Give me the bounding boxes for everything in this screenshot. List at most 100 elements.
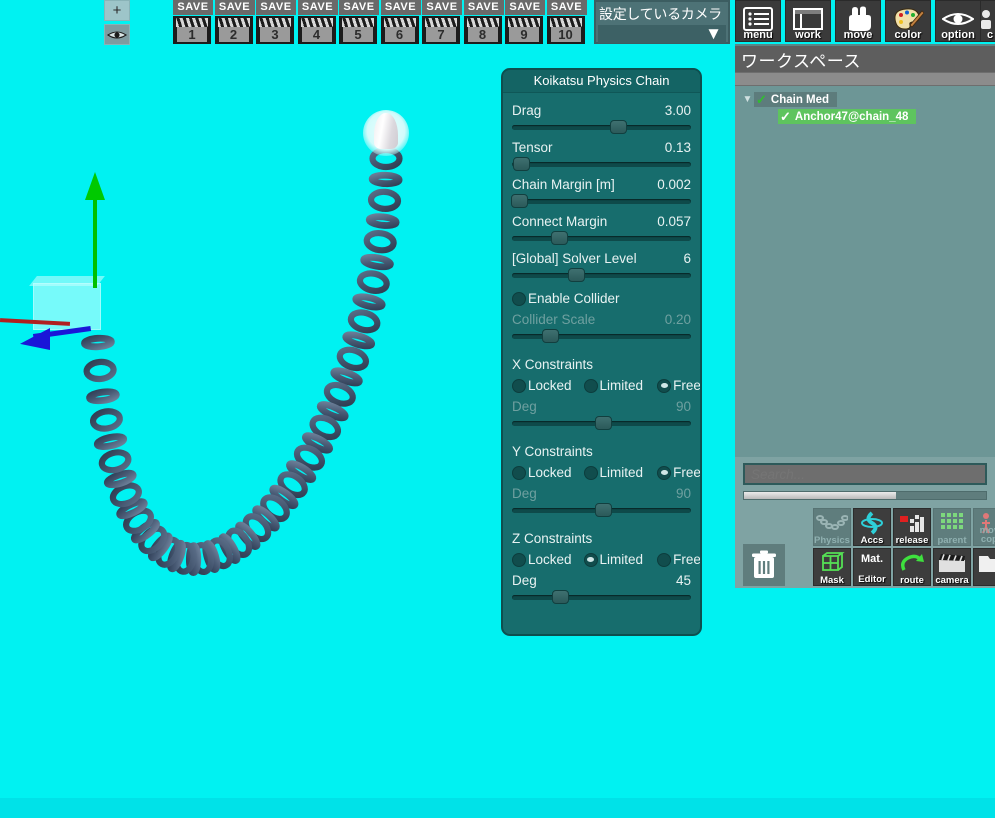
radio-indicator[interactable]: [583, 378, 598, 393]
radio-indicator[interactable]: [512, 465, 526, 480]
deg-label: Deg: [512, 486, 537, 501]
radio-x-limited[interactable]: Limited: [583, 378, 643, 393]
tool-button-release[interactable]: release: [893, 508, 931, 546]
radio-indicator[interactable]: [512, 378, 526, 393]
slider-knob[interactable]: [541, 329, 559, 343]
tool-button-mask[interactable]: Mask: [813, 548, 851, 586]
tool-button-physics[interactable]: Physics: [813, 508, 851, 546]
chain-link: [363, 229, 397, 254]
toolbar-button-color[interactable]: color: [885, 0, 931, 42]
save-slot-button[interactable]: SAVE 2: [214, 0, 255, 44]
radio-indicator[interactable]: [657, 552, 672, 567]
gizmo-y-axis-head[interactable]: [85, 172, 105, 200]
camera-clap-icon: [934, 550, 970, 576]
toolbar-button-menu[interactable]: menu: [735, 0, 781, 42]
enable-collider-row[interactable]: Enable Collider: [512, 291, 691, 306]
checkmark-icon[interactable]: ✓: [780, 110, 791, 123]
tree-row[interactable]: ▼ ✓ Chain Med: [741, 92, 995, 107]
tool-button-parent[interactable]: parent: [933, 508, 971, 546]
tool-button-folder[interactable]: [973, 548, 995, 586]
workspace-panel[interactable]: ワークスペース ▼✓Chain Med✓Anchor47@chain_48 Ph…: [735, 44, 995, 588]
slider-knob[interactable]: [595, 503, 613, 517]
radio-y-locked[interactable]: Locked: [512, 465, 572, 480]
toolbar-button-work[interactable]: work: [785, 0, 831, 42]
radio-z-locked[interactable]: Locked: [512, 552, 572, 567]
clapperboard-top-icon: [259, 18, 291, 27]
radio-z-limited[interactable]: Limited: [583, 552, 643, 567]
chain-link: [89, 408, 123, 432]
radio-indicator[interactable]: [583, 465, 598, 480]
tool-button-mat-editor[interactable]: Mat. Editor: [853, 548, 891, 586]
slider-chain-margin-m-[interactable]: [511, 194, 691, 208]
tool-button-move-copy[interactable]: movecopy: [973, 508, 995, 546]
workspace-horizontal-scrollbar[interactable]: [743, 491, 987, 500]
search-input[interactable]: [743, 463, 987, 485]
save-slot-button[interactable]: SAVE 4: [297, 0, 338, 44]
camera-select-label: 設定しているカメラ: [599, 6, 722, 22]
slider-deg-z[interactable]: [512, 590, 691, 604]
slider-knob[interactable]: [552, 590, 570, 604]
radio-x-locked[interactable]: Locked: [512, 378, 572, 393]
toolbar-button-move[interactable]: move: [835, 0, 881, 42]
slider-knob[interactable]: [512, 157, 530, 171]
save-slot-button[interactable]: SAVE 5: [339, 0, 379, 44]
slider-deg-y[interactable]: [512, 503, 691, 517]
save-slot-button[interactable]: SAVE 7: [422, 0, 462, 44]
clapperboard-top-icon: [383, 18, 416, 27]
tree-item[interactable]: ✓ Chain Med: [754, 92, 838, 107]
slider-knob[interactable]: [550, 231, 568, 245]
save-slot-button[interactable]: SAVE 10: [546, 0, 587, 44]
slider-track: [512, 125, 691, 130]
tree-item-selected[interactable]: ✓ Anchor47@chain_48: [778, 109, 917, 124]
save-slot-button[interactable]: SAVE 6: [380, 0, 421, 44]
save-slot-button[interactable]: SAVE 8: [463, 0, 504, 44]
tree-caret-icon[interactable]: ▼: [741, 94, 754, 105]
physics-chain-panel[interactable]: Koikatsu Physics Chain Drag 3.00 Tensor 0.1…: [501, 68, 702, 636]
add-button[interactable]: +: [104, 0, 130, 21]
save-slot-button[interactable]: SAVE 9: [505, 0, 545, 44]
trash-button[interactable]: [743, 544, 785, 586]
radio-indicator[interactable]: [657, 378, 672, 393]
slider-connect-margin[interactable]: [512, 231, 691, 245]
scrollbar-thumb[interactable]: [744, 492, 897, 499]
visibility-toggle-button[interactable]: [104, 24, 130, 45]
clapperboard-icon: 9: [505, 16, 543, 44]
slider-label: Drag: [512, 103, 542, 118]
deg-label: Deg: [512, 399, 537, 414]
slider-knob[interactable]: [595, 416, 613, 430]
radio-z-free[interactable]: Free: [657, 552, 700, 567]
camera-select[interactable]: 設定しているカメラ ▼: [594, 0, 730, 44]
slider-knob[interactable]: [568, 268, 586, 282]
tool-button-camera[interactable]: camera: [933, 548, 971, 586]
chain-link: [352, 293, 386, 311]
radio-indicator[interactable]: [657, 465, 672, 480]
checkmark-icon[interactable]: ✓: [756, 93, 767, 106]
toolbar-button-option[interactable]: option: [935, 0, 981, 42]
slider-track: [512, 273, 691, 278]
anchor-cone-icon[interactable]: [374, 113, 398, 149]
toolbar-button-c[interactable]: c: [980, 0, 995, 42]
tool-button-route[interactable]: route: [893, 548, 931, 586]
camera-select-value-box[interactable]: ▼: [598, 24, 726, 43]
workspace-tree[interactable]: ▼ ✓ Chain Med ✓ Anchor47@chain_48: [735, 86, 995, 457]
radio-y-limited[interactable]: Limited: [583, 465, 643, 480]
save-slot-button[interactable]: SAVE 1: [173, 0, 213, 44]
slider-knob[interactable]: [511, 194, 529, 208]
slider--global-solver-level[interactable]: [512, 268, 691, 282]
tree-row[interactable]: ✓ Anchor47@chain_48: [741, 109, 995, 124]
radio-indicator[interactable]: [512, 552, 526, 567]
slider-collider-scale[interactable]: [512, 329, 691, 343]
enable-collider-checkbox[interactable]: [512, 291, 526, 306]
radio-indicator[interactable]: [583, 552, 598, 567]
radio-x-free[interactable]: Free: [657, 378, 700, 393]
slider-deg-x[interactable]: [512, 416, 691, 430]
clapperboard-icon: 2: [214, 16, 253, 44]
gizmo-y-axis-shaft[interactable]: [93, 196, 97, 288]
slider-knob[interactable]: [609, 120, 627, 134]
save-slot-button[interactable]: SAVE 3: [256, 0, 296, 44]
radio-y-free[interactable]: Free: [657, 465, 700, 480]
tool-button-accs[interactable]: Accs: [853, 508, 891, 546]
slider-tensor[interactable]: [512, 157, 691, 171]
slider-drag[interactable]: [512, 120, 691, 134]
material-editor-icon: Mat.: [861, 553, 883, 565]
